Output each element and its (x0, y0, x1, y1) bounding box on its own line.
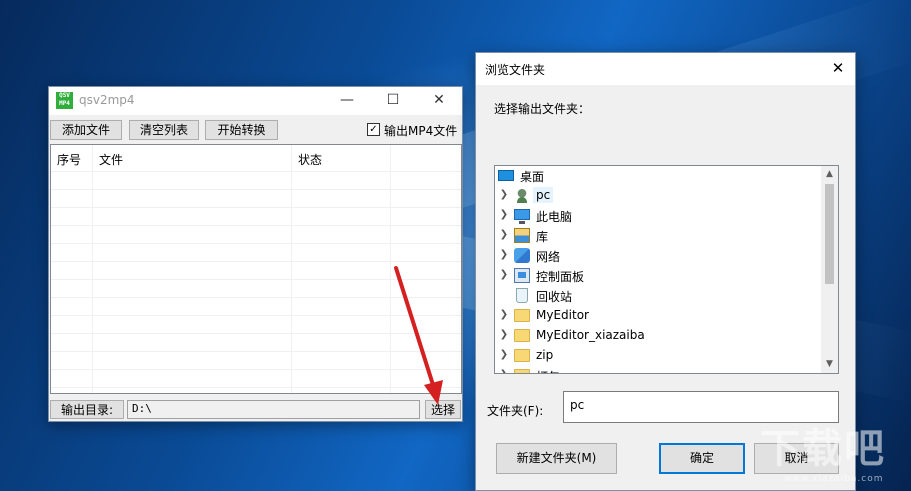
tree-item-recycle-bin[interactable]: 回收站 (495, 286, 820, 306)
expand-arrow-icon[interactable]: ❯ (499, 269, 509, 280)
tree-item-label: 回收站 (536, 290, 573, 304)
tree-item-label: 控制面板 (536, 270, 585, 284)
dialog-titlebar[interactable]: 浏览文件夹 ✕ (476, 53, 855, 85)
file-list[interactable]: 序号 文件 状态 (50, 144, 462, 394)
tree-item-dabao[interactable]: ❯ 打包 (495, 366, 820, 373)
grid-line (51, 297, 461, 298)
folder-icon (514, 329, 530, 342)
close-button[interactable]: ✕ (416, 87, 462, 115)
tree-item-control-panel[interactable]: ❯ 控制面板 (495, 266, 820, 286)
tree-item-label: 桌面 (520, 170, 545, 184)
checkmark-icon: ✓ (369, 124, 378, 135)
recycle-bin-icon (516, 288, 528, 303)
output-mp4-checkbox[interactable]: ✓ (367, 123, 380, 136)
control-panel-icon (514, 268, 530, 283)
grid-line (51, 243, 461, 244)
tree-item-label: MyEditor_xiazaiba (536, 328, 645, 342)
tree-item-label: zip (536, 348, 554, 362)
tree-item-label: pc (533, 187, 554, 203)
grid-line (51, 369, 461, 370)
tree-item-myeditor-xiazaiba[interactable]: ❯ MyEditor_xiazaiba (495, 326, 820, 346)
expand-arrow-icon[interactable]: ❯ (499, 209, 509, 220)
select-dir-button[interactable]: 选择 (425, 400, 461, 419)
new-folder-button[interactable]: 新建文件夹(M) (496, 443, 617, 474)
tree-item-myeditor[interactable]: ❯ MyEditor (495, 306, 820, 326)
grid-line (390, 145, 391, 393)
watermark-url: www.xiazaiba.com (784, 474, 884, 484)
tree-item-label: 此电脑 (536, 210, 573, 224)
grid-line (51, 207, 461, 208)
tree-item-label: MyEditor (536, 308, 589, 322)
clear-list-button[interactable]: 清空列表 (129, 120, 199, 140)
ok-button[interactable]: 确定 (659, 443, 745, 474)
grid-line (51, 189, 461, 190)
folder-icon (514, 309, 530, 322)
scroll-up-icon[interactable]: ▲ (821, 166, 838, 183)
folder-icon (514, 369, 530, 373)
grid-line (51, 261, 461, 262)
column-header-file[interactable]: 文件 (93, 145, 292, 171)
tree-item-pc[interactable]: ❯ pc (495, 186, 820, 206)
grid-line (51, 387, 461, 388)
app-title: qsv2mp4 (79, 93, 135, 107)
column-header-status[interactable]: 状态 (292, 145, 391, 171)
expand-arrow-icon[interactable]: ❯ (499, 229, 509, 240)
file-list-header: 序号 文件 状态 (51, 145, 461, 171)
tree-item-label: 库 (536, 230, 549, 244)
desktop-icon (498, 170, 514, 181)
network-icon (514, 248, 530, 263)
app-logo-icon: QSV MP4 (56, 92, 73, 109)
output-dir-field[interactable]: D:\ (127, 400, 420, 419)
expand-arrow-icon[interactable]: ❯ (499, 369, 509, 373)
grid-line (51, 315, 461, 316)
expand-arrow-icon[interactable]: ❯ (499, 329, 509, 340)
qsv2mp4-window: QSV MP4 qsv2mp4 — ☐ ✕ 添加文件 清空列表 开始转换 ✓ 输出… (48, 86, 463, 422)
expand-arrow-icon[interactable]: ❯ (499, 349, 509, 360)
minimize-button[interactable]: — (324, 87, 370, 115)
tree-scrollbar[interactable]: ▲ ▼ (821, 166, 838, 373)
library-icon (514, 228, 530, 243)
tree-item-desktop[interactable]: 桌面 (495, 166, 820, 186)
output-dir-label: 输出目录: (50, 400, 124, 419)
start-convert-button[interactable]: 开始转换 (205, 120, 278, 140)
grid-line (51, 333, 461, 334)
user-icon (514, 188, 530, 203)
dialog-title: 浏览文件夹 (485, 63, 546, 77)
dialog-prompt: 选择输出文件夹： (494, 102, 591, 116)
app-titlebar[interactable]: QSV MP4 qsv2mp4 — ☐ ✕ (49, 87, 462, 115)
folder-input[interactable]: pc (563, 391, 839, 423)
tree-item-zip[interactable]: ❯ zip (495, 346, 820, 366)
output-mp4-label: 输出MP4文件 (384, 124, 458, 138)
scroll-thumb[interactable] (825, 184, 834, 284)
tree-item-label: 打包 (533, 367, 563, 373)
grid-line (51, 171, 461, 172)
grid-line (51, 279, 461, 280)
grid-line (92, 145, 93, 393)
folder-tree[interactable]: 桌面 ❯ pc ❯ 此电脑 ❯ 库 ❯ 网络 ❯ 控制面板 回收站 ❯ MyEd… (494, 165, 839, 374)
maximize-button[interactable]: ☐ (370, 87, 416, 115)
expand-arrow-icon[interactable]: ❯ (499, 309, 509, 320)
grid-line (51, 225, 461, 226)
tree-item-this-pc[interactable]: ❯ 此电脑 (495, 206, 820, 226)
dialog-close-button[interactable]: ✕ (821, 53, 855, 85)
computer-icon (514, 209, 530, 224)
grid-line (51, 351, 461, 352)
tree-item-library[interactable]: ❯ 库 (495, 226, 820, 246)
column-header-index[interactable]: 序号 (51, 145, 93, 171)
folder-icon (514, 349, 530, 362)
folder-field-label: 文件夹(F): (487, 404, 544, 418)
add-file-button[interactable]: 添加文件 (50, 120, 122, 140)
expand-arrow-icon[interactable]: ❯ (499, 189, 509, 200)
scroll-down-icon[interactable]: ▼ (821, 356, 838, 373)
grid-line (291, 145, 292, 393)
expand-arrow-icon[interactable]: ❯ (499, 249, 509, 260)
tree-item-label: 网络 (536, 250, 561, 264)
tree-item-network[interactable]: ❯ 网络 (495, 246, 820, 266)
